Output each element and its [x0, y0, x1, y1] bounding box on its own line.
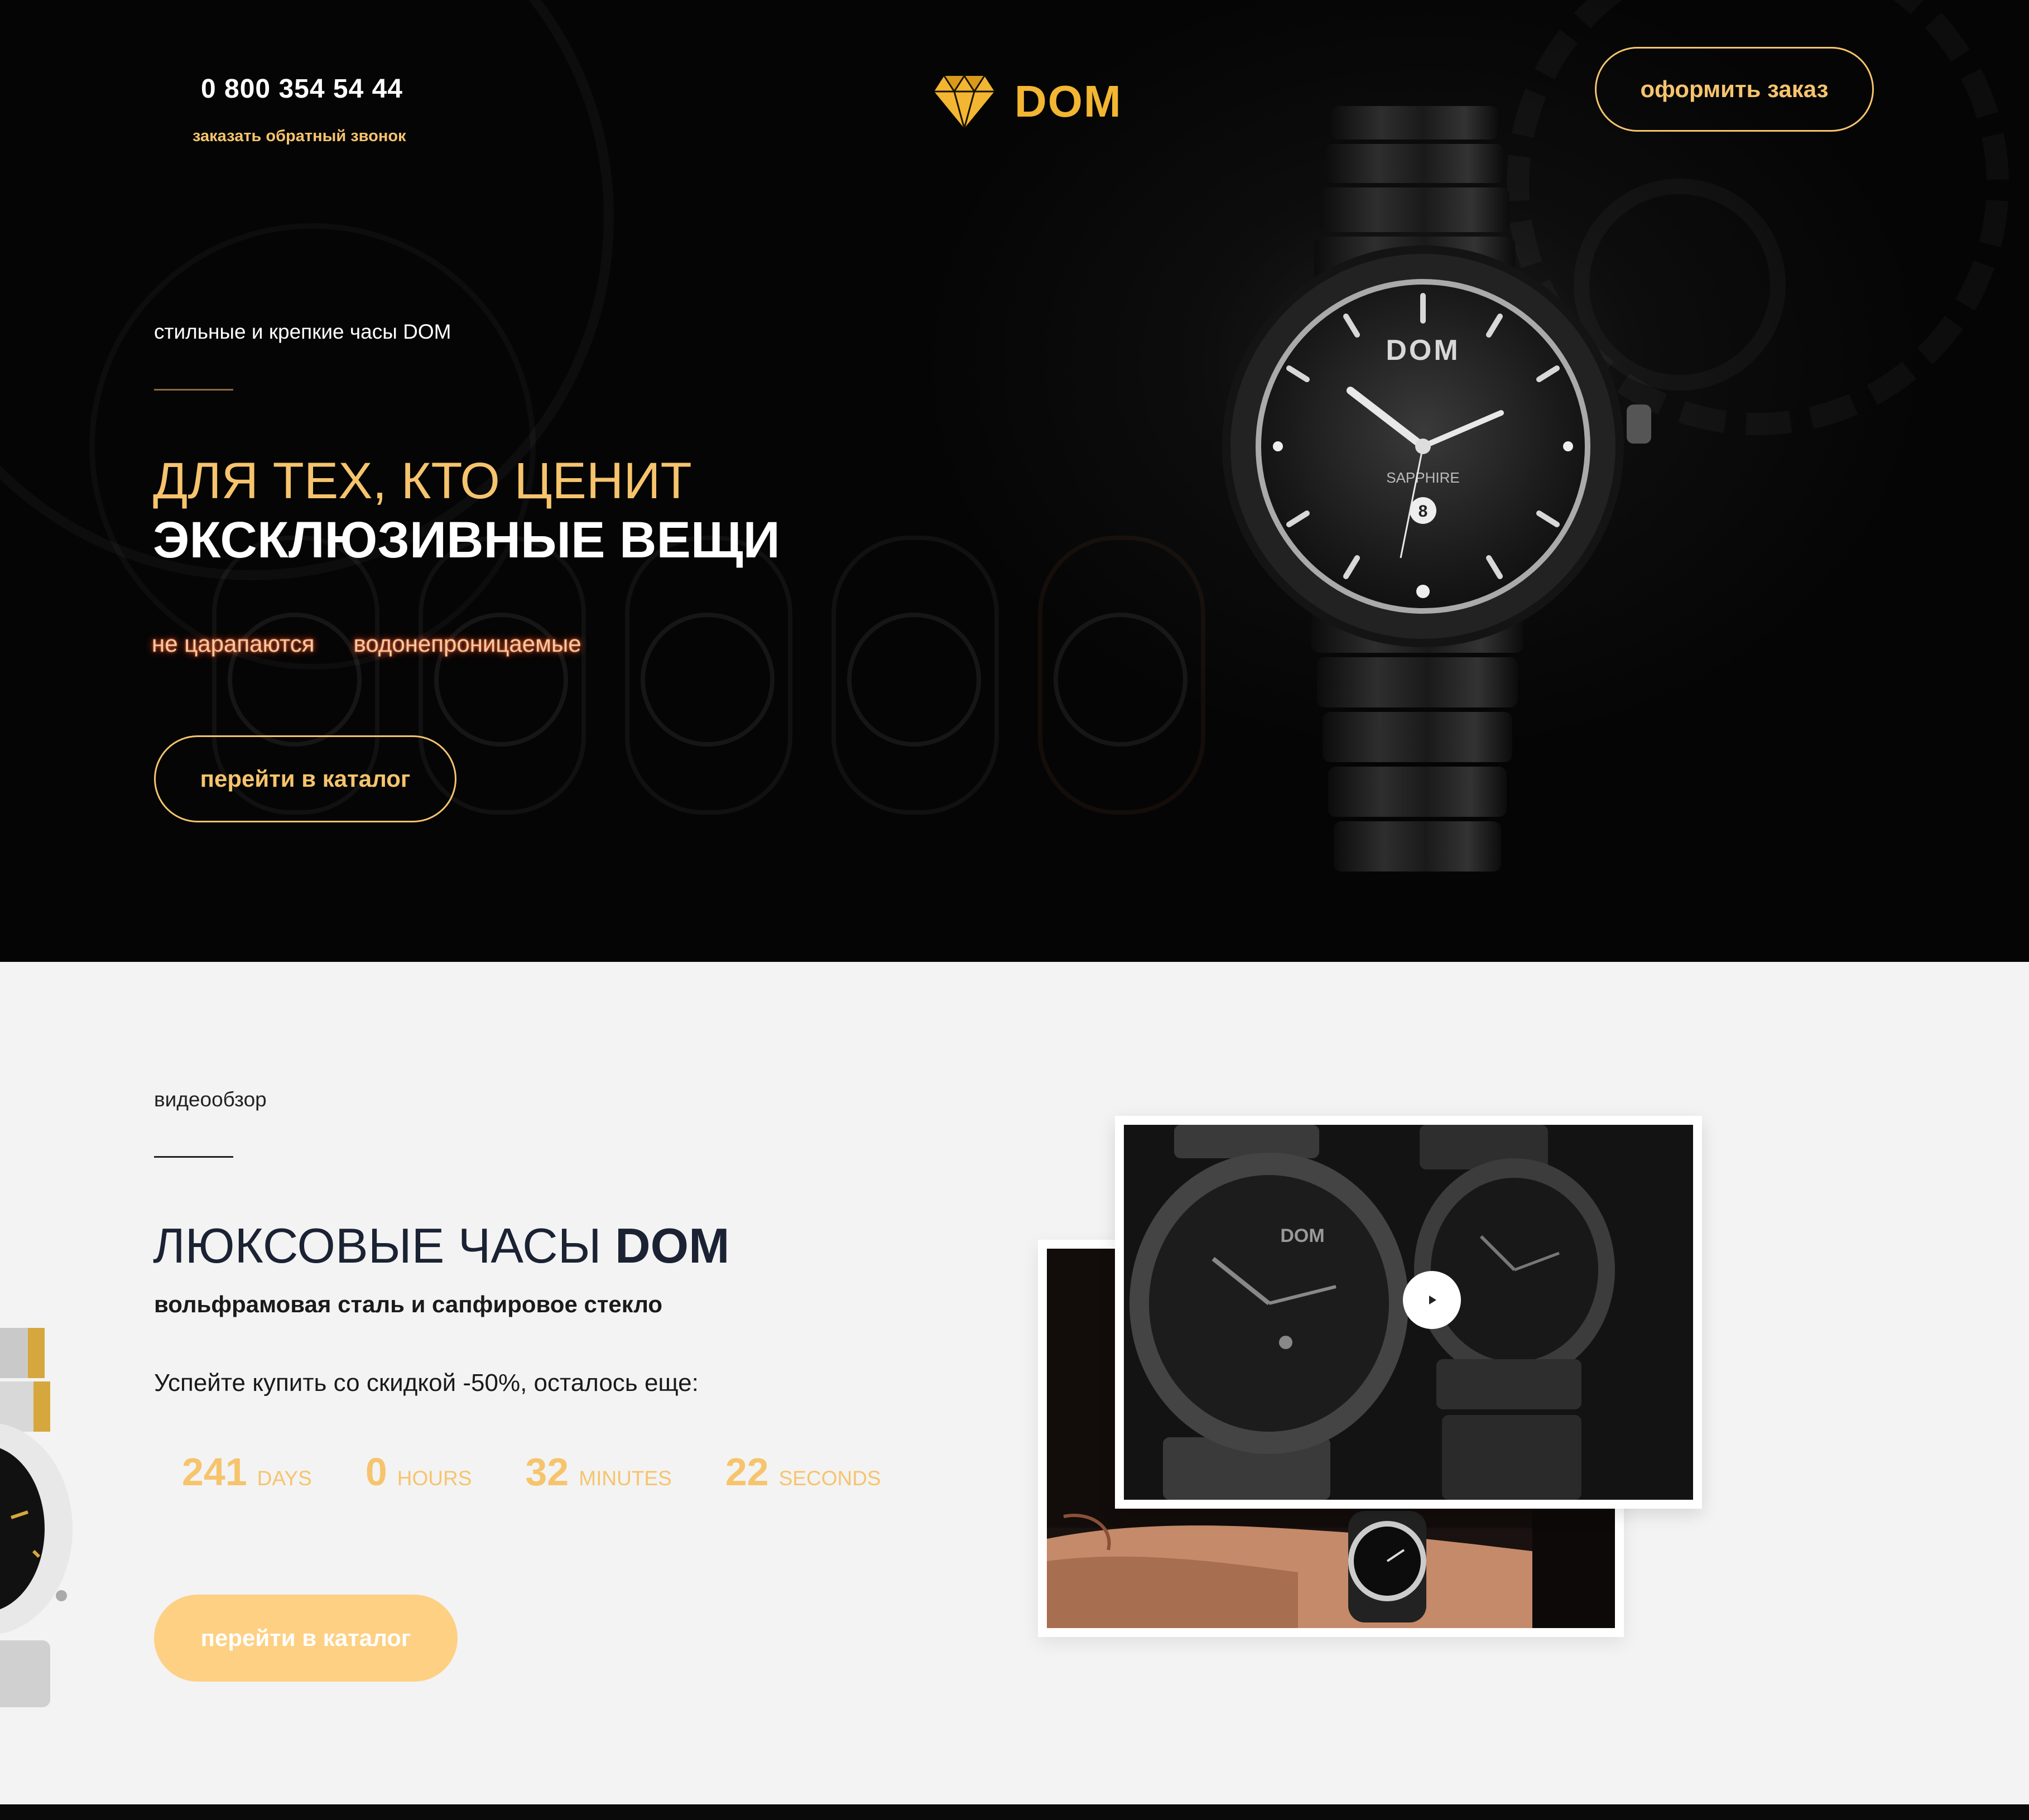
countdown-timer: 241 DAYS 0 HOURS 32 MINUTES 22 SECONDS [182, 1450, 935, 1494]
countdown-days: 241 DAYS [182, 1450, 312, 1494]
hero-watch-date: 8 [1419, 502, 1428, 521]
header-phone-number[interactable]: 0 800 354 54 44 [201, 74, 403, 104]
countdown-days-value: 241 [182, 1450, 247, 1494]
video-player[interactable]: DOM [1115, 1116, 1702, 1509]
background-watch-silhouette [1038, 536, 1205, 815]
logo-text: DOM [1014, 76, 1122, 126]
countdown-days-unit: DAYS [257, 1467, 312, 1490]
site-logo[interactable]: DOM [933, 74, 1122, 129]
countdown-seconds-value: 22 [725, 1450, 769, 1494]
background-watch-silhouette [625, 536, 792, 815]
video-section-title-bold: DOM [615, 1218, 730, 1273]
hero-headline-line2: ЭКСКЛЮЗИВНЫЕ ВЕЩИ [153, 512, 780, 569]
hero-subtitle: стильные и крепкие часы DOM [154, 320, 451, 343]
callback-link[interactable]: заказать обратный звонок [193, 127, 406, 146]
hero-watch-image: DOM SAPPHIRE 8 [1222, 106, 1651, 872]
hero-watch-dial-text: SAPPHIRE [1386, 469, 1460, 486]
hero-section: 0 800 354 54 44 заказать обратный звонок… [0, 0, 2029, 962]
background-watch-silhouette [831, 536, 999, 815]
play-icon [1429, 1296, 1436, 1304]
next-section-edge [0, 1804, 2029, 1820]
countdown-minutes: 32 MINUTES [525, 1450, 671, 1494]
diamond-logo-icon [934, 74, 994, 129]
hero-features: не царапаются водонепроницаемые [152, 630, 581, 657]
hero-catalog-button[interactable]: перейти в каталог [154, 735, 456, 822]
countdown-minutes-unit: MINUTES [579, 1467, 672, 1490]
feature-waterproof: водонепроницаемые [353, 630, 581, 657]
video-watch-dial-brand: DOM [1280, 1225, 1324, 1246]
countdown-hours-unit: HOURS [397, 1467, 472, 1490]
video-play-button[interactable] [1403, 1271, 1461, 1329]
section-catalog-button[interactable]: перейти в каталог [154, 1595, 458, 1682]
video-section-label: видеообзор [154, 1088, 267, 1111]
hero-headline-line1: ДЛЯ ТЕХ, КТО ЦЕНИТ [153, 452, 692, 509]
countdown-seconds-unit: SECONDS [778, 1467, 881, 1490]
video-section-title: ЛЮКСОВЫЕ ЧАСЫ DOM [153, 1217, 729, 1274]
hero-watch-dial-brand: DOM [1386, 334, 1460, 367]
countdown-minutes-value: 32 [525, 1450, 569, 1494]
countdown-hours: 0 HOURS [366, 1450, 472, 1494]
side-watch-image [0, 1328, 73, 1707]
video-section-title-light: ЛЮКСОВЫЕ ЧАСЫ [153, 1218, 616, 1273]
video-section-divider [154, 1156, 233, 1158]
video-section-subtitle: вольфрамовая сталь и сапфировое стекло [154, 1291, 663, 1317]
hero-divider [154, 389, 233, 391]
discount-promo-text: Успейте купить со скидкой -50%, осталось… [154, 1369, 699, 1397]
countdown-hours-value: 0 [365, 1450, 387, 1494]
countdown-seconds: 22 SECONDS [725, 1450, 881, 1494]
feature-scratch-resistant: не царапаются [152, 630, 315, 657]
